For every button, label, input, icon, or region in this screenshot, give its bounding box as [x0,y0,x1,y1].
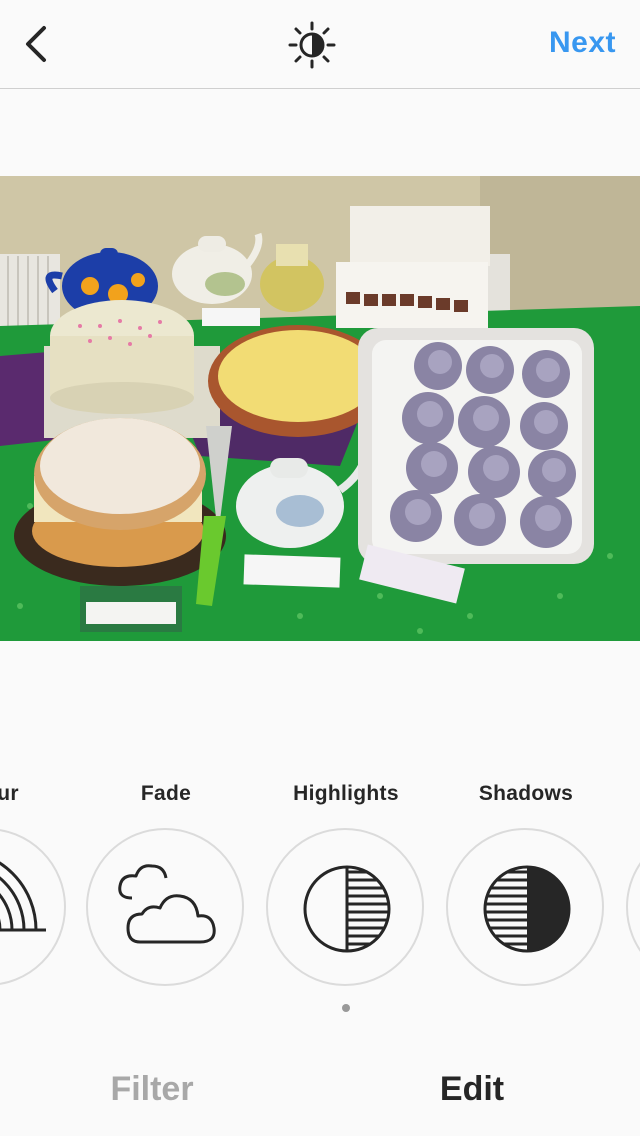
tool-fade-button[interactable] [86,828,244,986]
shadows-circle-icon [483,865,571,953]
tool-label-shadows: Shadows [478,782,574,805]
chevron-left-icon [26,26,46,62]
rainbow-icon [0,861,46,932]
next-button[interactable]: Next [549,26,616,60]
tool-label-fade: Fade [140,782,192,805]
tool-label-highlights: Highlights [293,782,399,805]
sun-half-icon [288,21,336,69]
top-bar: Next [0,0,640,89]
tab-edit[interactable]: Edit [372,1070,572,1109]
tool-shadows-button[interactable] [446,828,604,986]
page-indicator-dot [342,1004,350,1012]
tab-filter[interactable]: Filter [52,1070,252,1109]
tool-color-button[interactable] [0,828,66,986]
lux-button[interactable] [286,21,338,69]
back-button[interactable] [14,20,58,68]
tool-highlights-button[interactable] [266,828,424,986]
photo-edit-screen: Next ur Fade Highlights Shadows Filter E… [0,0,640,1136]
highlights-circle-icon [303,865,391,953]
photo-preview [0,176,640,641]
tool-label-ur: ur [0,782,19,805]
tool-next-partial-button[interactable] [626,828,640,986]
clouds-icon [118,864,216,944]
